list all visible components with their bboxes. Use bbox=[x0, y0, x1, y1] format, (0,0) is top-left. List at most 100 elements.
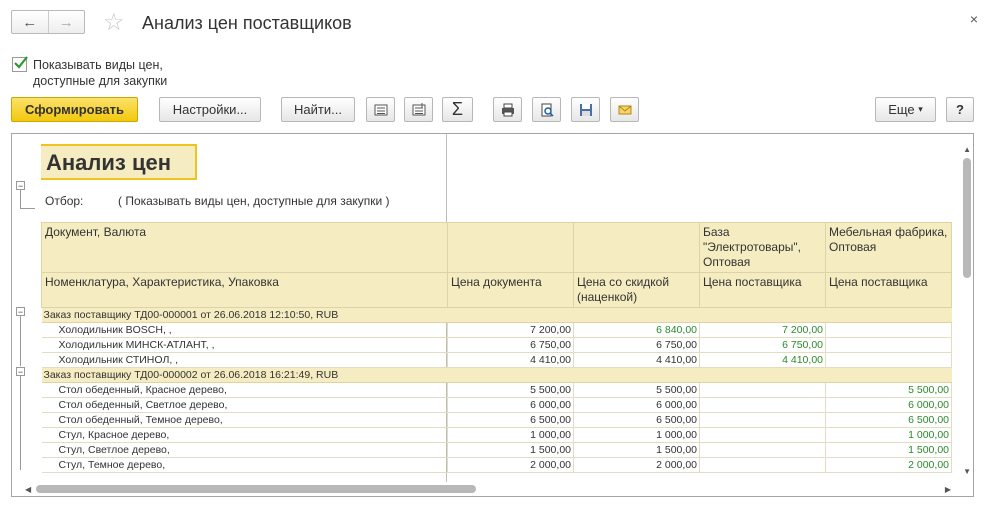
header-cell: Номенклатура, Характеристика, Упаковка bbox=[41, 272, 448, 308]
price-cell: 5 500,00 bbox=[825, 382, 952, 398]
horizontal-scrollbar[interactable] bbox=[36, 485, 476, 493]
preview-icon bbox=[541, 103, 554, 117]
filter-label: Отбор: bbox=[45, 194, 84, 208]
price-cell: 7 200,00 bbox=[699, 322, 826, 338]
tree-line bbox=[20, 208, 35, 209]
table-row[interactable]: Стол обеденный, Красное дерево, 5 500,00 5… bbox=[41, 382, 952, 398]
price-cell: 6 500,00 bbox=[573, 412, 700, 428]
chevron-down-icon: ▾ bbox=[918, 104, 923, 114]
price-cell bbox=[699, 412, 826, 428]
header-cell bbox=[573, 222, 700, 273]
sum-button[interactable]: Σ bbox=[442, 97, 473, 122]
report-title: Анализ цен bbox=[41, 144, 197, 180]
header-row-2: Номенклатура, Характеристика, Упаковка Ц… bbox=[41, 272, 952, 308]
back-arrow-icon[interactable]: ← bbox=[12, 11, 48, 33]
group-cell bbox=[699, 367, 826, 383]
save-icon bbox=[579, 103, 592, 116]
scroll-down-icon[interactable]: ▼ bbox=[963, 467, 971, 476]
group-row[interactable]: Заказ поставщику ТД00-000002 от 26.06.20… bbox=[41, 367, 952, 383]
table-row[interactable]: Холодильник BOSCH, ,7 200,00 6 840,00 7 20… bbox=[41, 322, 952, 338]
price-cell: 5 500,00 bbox=[573, 382, 700, 398]
find-button[interactable]: Найти... bbox=[281, 97, 355, 122]
price-cell: 6 000,00 bbox=[573, 397, 700, 413]
collapse-groups-button[interactable] bbox=[366, 97, 395, 122]
price-cell: 6 750,00 bbox=[447, 337, 574, 353]
show-price-types-label[interactable]: Показывать виды цен, доступные для закуп… bbox=[33, 57, 203, 89]
print-button[interactable] bbox=[493, 97, 522, 122]
save-button[interactable] bbox=[571, 97, 600, 122]
group-cell bbox=[825, 367, 952, 383]
price-cell: 1 500,00 bbox=[447, 442, 574, 458]
checkmark-icon bbox=[14, 56, 28, 69]
group1-collapse-icon[interactable]: − bbox=[16, 307, 25, 317]
mail-icon bbox=[618, 105, 631, 114]
group2-collapse-icon[interactable]: − bbox=[16, 367, 25, 377]
scroll-up-icon[interactable]: ▲ bbox=[963, 145, 971, 154]
price-cell: 6 500,00 bbox=[447, 412, 574, 428]
show-price-types-checkbox[interactable] bbox=[12, 56, 28, 72]
item-name-cell: Холодильник МИНСК-АТЛАНТ, , bbox=[41, 337, 448, 353]
header-cell bbox=[447, 222, 574, 273]
price-cell: 6 000,00 bbox=[825, 397, 952, 413]
more-label: Еще bbox=[888, 102, 915, 117]
send-mail-button[interactable] bbox=[610, 97, 639, 122]
group-title: Заказ поставщику ТД00-000001 от 26.06.20… bbox=[41, 307, 448, 323]
generate-button[interactable]: Сформировать bbox=[11, 97, 138, 122]
price-cell: 4 410,00 bbox=[573, 352, 700, 368]
report-spreadsheet[interactable]: Анализ цен − Отбор: ( Показывать виды це… bbox=[11, 133, 974, 497]
item-name-cell: Стол обеденный, Светлое дерево, bbox=[41, 397, 448, 413]
scroll-right-icon[interactable]: ▶ bbox=[945, 485, 951, 494]
forward-arrow-icon[interactable]: → bbox=[47, 11, 85, 33]
header-cell: Мебельная фабрика, Оптовая bbox=[825, 222, 952, 273]
price-cell: 6 840,00 bbox=[573, 322, 700, 338]
header-cell: Цена документа bbox=[447, 272, 574, 308]
table-row[interactable]: Стол обеденный, Светлое дерево, 6 000,00 6… bbox=[41, 397, 952, 413]
price-cell: 2 000,00 bbox=[447, 457, 574, 473]
close-icon[interactable]: × bbox=[970, 11, 978, 27]
table-row[interactable]: Холодильник СТИНОЛ, ,4 410,00 4 410,00 4 4… bbox=[41, 352, 952, 368]
price-cell: 1 000,00 bbox=[573, 427, 700, 443]
table-row[interactable]: Стол обеденный, Темное дерево, 6 500,00 6 … bbox=[41, 412, 952, 428]
scroll-left-icon[interactable]: ◀ bbox=[25, 485, 31, 494]
header-cell: Документ, Валюта bbox=[41, 222, 448, 273]
item-name-cell: Холодильник СТИНОЛ, , bbox=[41, 352, 448, 368]
settings-button[interactable]: Настройки... bbox=[159, 97, 261, 122]
expand-groups-button[interactable] bbox=[404, 97, 433, 122]
tree-line bbox=[20, 376, 21, 470]
group-cell bbox=[573, 367, 700, 383]
help-button[interactable]: ? bbox=[946, 97, 974, 122]
price-cell: 6 500,00 bbox=[825, 412, 952, 428]
header-row-1: Документ, Валюта База "Электротовары", О… bbox=[41, 222, 952, 273]
table-row[interactable]: Стул, Светлое дерево, 1 500,00 1 500,00 1 5… bbox=[41, 442, 952, 458]
expand-groups-icon bbox=[412, 102, 425, 115]
price-cell bbox=[699, 427, 826, 443]
table-row[interactable]: Стул, Темное дерево, 2 000,00 2 000,00 2 00… bbox=[41, 457, 952, 473]
table-row[interactable]: Холодильник МИНСК-АТЛАНТ, ,6 750,00 6 750… bbox=[41, 337, 952, 353]
price-cell bbox=[825, 322, 952, 338]
price-cell bbox=[825, 352, 952, 368]
collapse-groups-icon bbox=[374, 104, 387, 115]
price-cell bbox=[699, 397, 826, 413]
price-cell: 1 500,00 bbox=[573, 442, 700, 458]
price-cell: 2 000,00 bbox=[825, 457, 952, 473]
price-table: Документ, Валюта База "Электротовары", О… bbox=[41, 222, 952, 473]
preview-button[interactable] bbox=[532, 97, 561, 122]
price-cell: 7 200,00 bbox=[447, 322, 574, 338]
price-cell: 6 000,00 bbox=[447, 397, 574, 413]
page-title: Анализ цен поставщиков bbox=[142, 13, 352, 33]
more-button[interactable]: Еще ▾ bbox=[875, 97, 936, 122]
header-cell: Цена со скидкой (наценкой) bbox=[573, 272, 700, 308]
tree-line bbox=[20, 316, 21, 366]
item-name-cell: Стол обеденный, Красное дерево, bbox=[41, 382, 448, 398]
table-body: Заказ поставщику ТД00-000001 от 26.06.20… bbox=[41, 307, 952, 473]
table-row[interactable]: Стул, Красное дерево, 1 000,00 1 000,00 1 0… bbox=[41, 427, 952, 443]
header-cell: Цена поставщика bbox=[825, 272, 952, 308]
group-row[interactable]: Заказ поставщику ТД00-000001 от 26.06.20… bbox=[41, 307, 952, 323]
group-cell bbox=[447, 307, 574, 323]
price-cell bbox=[825, 337, 952, 353]
price-cell: 6 750,00 bbox=[699, 337, 826, 353]
vertical-scrollbar[interactable] bbox=[963, 158, 971, 278]
favorite-star-icon[interactable]: ☆ bbox=[103, 8, 125, 37]
collapse-toggle-icon[interactable]: − bbox=[16, 181, 25, 191]
price-cell: 1 000,00 bbox=[825, 427, 952, 443]
